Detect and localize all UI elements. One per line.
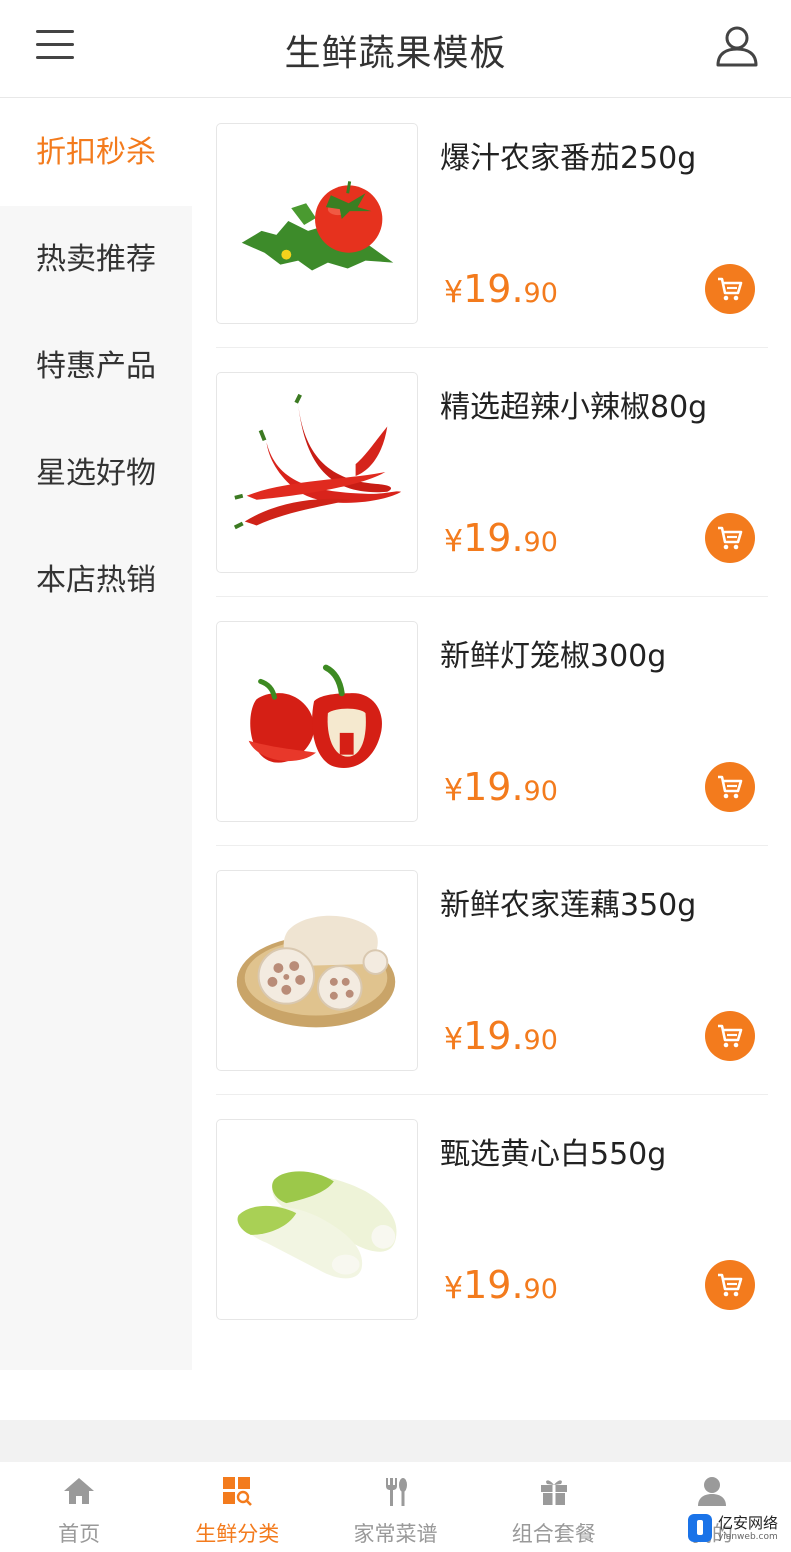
tab-category[interactable]: 生鲜分类	[158, 1462, 316, 1552]
product-price: ¥19.90	[444, 267, 558, 311]
cart-icon	[718, 277, 743, 301]
product-price: ¥19.90	[444, 765, 558, 809]
sidebar-item-special-offer[interactable]: 特惠产品	[0, 313, 192, 420]
user-profile-icon[interactable]	[714, 24, 760, 68]
tab-home[interactable]: 首页	[0, 1462, 158, 1552]
product-image-napa-cabbage[interactable]	[216, 1119, 418, 1320]
tab-label: 首页	[58, 1522, 101, 1546]
product-name[interactable]: 精选超辣小辣椒80g	[440, 382, 707, 426]
product-item: 新鲜灯笼椒300g ¥19.90	[216, 597, 768, 846]
watermark-text: 亿安网络	[718, 1514, 779, 1532]
user-icon	[697, 1477, 726, 1506]
product-item: 新鲜农家莲藕350g ¥19.90	[216, 846, 768, 1095]
add-to-cart-button[interactable]	[705, 762, 755, 812]
footer-divider-band	[0, 1420, 791, 1462]
page-title: 生鲜蔬果模板	[284, 33, 507, 74]
cutlery-icon	[385, 1478, 407, 1506]
product-name[interactable]: 新鲜灯笼椒300g	[440, 631, 666, 675]
cart-icon	[718, 526, 743, 550]
bottom-tab-bar: 首页 生鲜分类 家常菜谱 组合套餐 我的	[0, 1462, 791, 1552]
tab-label: 生鲜分类	[195, 1522, 280, 1546]
tab-label: 家常菜谱	[353, 1522, 438, 1546]
sidebar-item-hot-recommend[interactable]: 热卖推荐	[0, 206, 192, 313]
product-image-lotus-root[interactable]	[216, 870, 418, 1071]
product-list: 爆汁农家番茄250g ¥19.90 精选超辣小辣椒80g ¥19.90 新鲜灯笼…	[216, 99, 768, 1344]
product-image-tomato[interactable]	[216, 123, 418, 324]
product-image-red-chili[interactable]	[216, 372, 418, 573]
tab-bundles[interactable]: 组合套餐	[475, 1462, 633, 1552]
product-item: 甄选黄心白550g ¥19.90	[216, 1095, 768, 1344]
cart-icon	[718, 1024, 743, 1048]
watermark-subtext: yianweb.com	[718, 1532, 778, 1542]
product-price: ¥19.90	[444, 1263, 558, 1307]
product-name[interactable]: 甄选黄心白550g	[440, 1129, 666, 1173]
cart-icon	[718, 775, 743, 799]
home-icon	[64, 1478, 95, 1504]
tab-recipes[interactable]: 家常菜谱	[316, 1462, 474, 1552]
sidebar-item-store-bestsellers[interactable]: 本店热销	[0, 527, 192, 634]
watermark-logo: 亿安网络 yianweb.com	[688, 1512, 786, 1548]
sidebar-item-flash-sale[interactable]: 折扣秒杀	[0, 99, 192, 206]
gift-icon	[540, 1480, 567, 1505]
watermark-badge-icon	[688, 1514, 712, 1542]
product-image-bell-pepper[interactable]	[216, 621, 418, 822]
add-to-cart-button[interactable]	[705, 1260, 755, 1310]
product-price: ¥19.90	[444, 1014, 558, 1058]
product-name[interactable]: 爆汁农家番茄250g	[440, 133, 696, 177]
product-name[interactable]: 新鲜农家莲藕350g	[440, 880, 696, 924]
add-to-cart-button[interactable]	[705, 264, 755, 314]
product-item: 爆汁农家番茄250g ¥19.90	[216, 99, 768, 348]
category-sidebar: 折扣秒杀 热卖推荐 特惠产品 星选好物 本店热销	[0, 99, 192, 1370]
tab-label: 组合套餐	[511, 1522, 596, 1546]
sidebar-item-star-picks[interactable]: 星选好物	[0, 420, 192, 527]
add-to-cart-button[interactable]	[705, 513, 755, 563]
category-icon	[223, 1477, 253, 1506]
cart-icon	[718, 1273, 743, 1297]
product-item: 精选超辣小辣椒80g ¥19.90	[216, 348, 768, 597]
product-price: ¥19.90	[444, 516, 558, 560]
add-to-cart-button[interactable]	[705, 1011, 755, 1061]
top-header: 生鲜蔬果模板	[0, 0, 791, 98]
